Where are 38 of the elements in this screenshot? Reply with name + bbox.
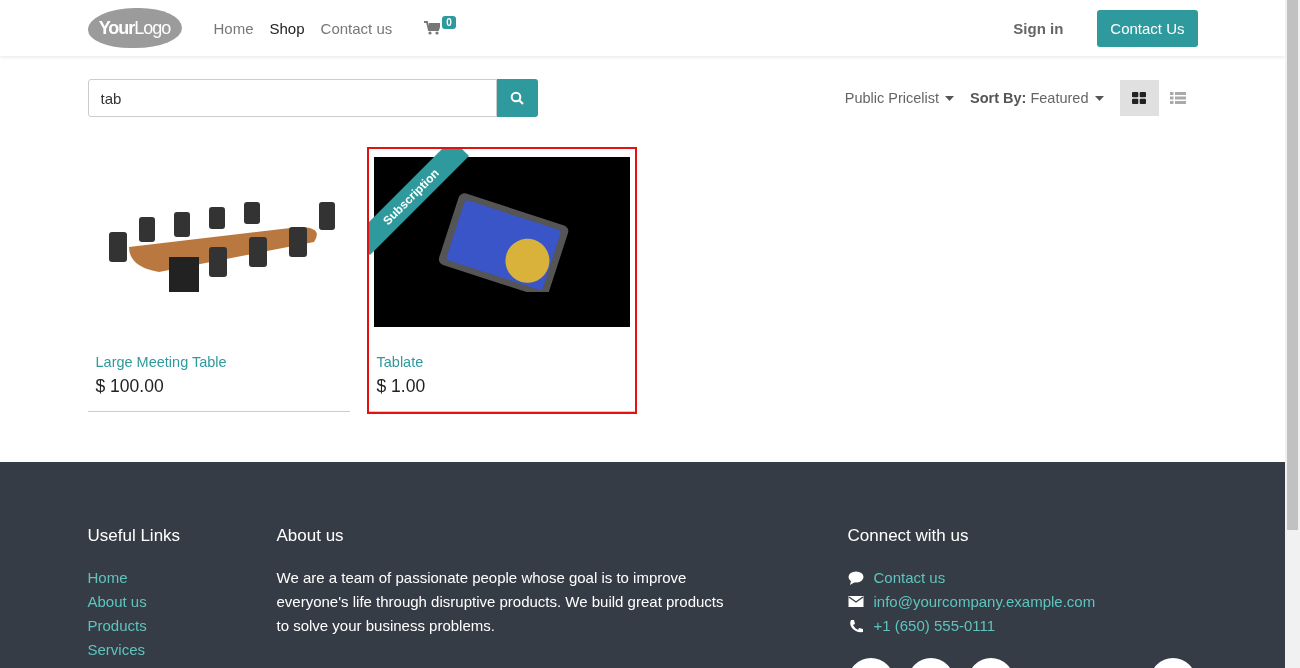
product-price: $ 100.00 xyxy=(95,376,165,397)
search-icon xyxy=(510,91,524,105)
footer-link[interactable]: Services xyxy=(87,638,277,662)
nav-link[interactable]: Home xyxy=(205,19,262,37)
envelope-icon xyxy=(847,595,864,609)
caret-icon xyxy=(945,95,954,101)
nav-link[interactable]: Shop xyxy=(261,19,313,37)
product-name-link[interactable]: Large Meeting Table xyxy=(95,354,342,370)
nav-link[interactable]: Contact us xyxy=(312,19,401,37)
footer-heading: Useful Links xyxy=(87,526,182,546)
grid-icon xyxy=(1132,92,1146,104)
product-price: $ 1.00 xyxy=(376,376,427,397)
about-text: We are a team of passionate people whose goal is to improve everyone's life through disruptive products. We build great products to solve your business problems. xyxy=(276,568,725,636)
grid-view-button[interactable] xyxy=(1119,80,1159,116)
footer-heading: Connect with us xyxy=(847,526,970,546)
product-card[interactable]: Large Meeting Table $ 100.00 xyxy=(87,149,350,412)
cart-count-badge: 0 xyxy=(442,15,456,29)
sort-dropdown[interactable]: Sort By: Featured xyxy=(962,90,1112,106)
footer-heading: About us xyxy=(276,526,345,546)
chat-bubble-icon xyxy=(847,571,864,585)
contact-link[interactable]: Contact us xyxy=(873,566,946,590)
phone-icon xyxy=(847,619,864,633)
search-field[interactable]: tab xyxy=(87,79,497,117)
list-icon xyxy=(1170,92,1186,104)
sign-in-link[interactable]: Sign in xyxy=(1013,19,1064,37)
logo[interactable]: YourLogo xyxy=(87,8,182,48)
contact-link[interactable]: +1 (650) 555-0111 xyxy=(873,614,996,638)
footer-link[interactable]: Products xyxy=(87,614,277,638)
contact-link[interactable]: info@yourcompany.example.com xyxy=(873,590,1096,614)
footer-link[interactable]: Home xyxy=(87,566,277,590)
contact-us-button[interactable]: Contact Us xyxy=(1097,9,1198,47)
scrollbar[interactable] xyxy=(1285,0,1300,668)
search-button[interactable] xyxy=(496,79,538,117)
caret-icon xyxy=(1094,95,1104,101)
product-name-link[interactable]: Tablate xyxy=(376,354,627,370)
footer-link[interactable]: About us xyxy=(87,590,277,614)
cart-icon xyxy=(424,21,441,35)
pricelist-dropdown[interactable]: Public Pricelist xyxy=(836,90,962,106)
